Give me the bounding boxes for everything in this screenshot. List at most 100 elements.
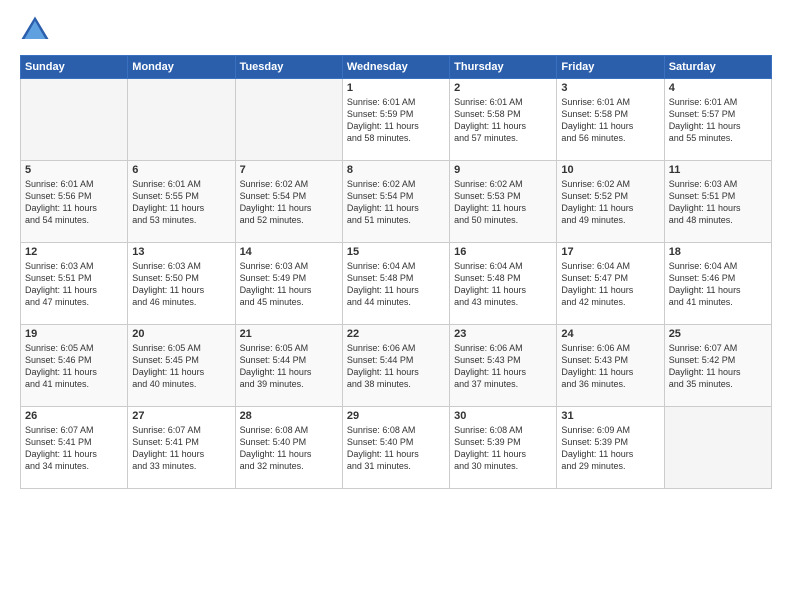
day-number: 12 [25,246,123,258]
calendar-cell: 14 Sunrise: 6:03 AM Sunset: 5:49 PM Dayli… [235,243,342,325]
calendar-week-1: 1 Sunrise: 6:01 AM Sunset: 5:59 PM Daylig… [21,79,772,161]
header [20,15,772,45]
calendar-cell: 31Sunrise: 6:09 AM Sunset: 5:39 PM Dayli… [557,407,664,489]
calendar-cell: 15 Sunrise: 6:04 AM Sunset: 5:48 PM Dayli… [342,243,449,325]
day-number: 17 [561,246,659,258]
weekday-header-wednesday: Wednesday [342,56,449,79]
day-number: 13 [132,246,230,258]
day-number: 23 [454,328,552,340]
day-info: Sunrise: 6:05 AM Sunset: 5:46 PM Dayligh… [25,342,123,391]
day-info: Sunrise: 6:07 AM Sunset: 5:42 PM Dayligh… [669,342,767,391]
day-number: 4 [669,82,767,94]
day-info: Sunrise: 6:04 AM Sunset: 5:46 PM Dayligh… [669,260,767,309]
day-number: 8 [347,164,445,176]
weekday-header-saturday: Saturday [664,56,771,79]
calendar-cell: 13 Sunrise: 6:03 AM Sunset: 5:50 PM Dayli… [128,243,235,325]
calendar-cell [128,79,235,161]
calendar-cell: 10Sunrise: 6:02 AM Sunset: 5:52 PM Dayli… [557,161,664,243]
day-number: 14 [240,246,338,258]
day-number: 2 [454,82,552,94]
day-info: Sunrise: 6:08 AM Sunset: 5:40 PM Dayligh… [347,424,445,473]
calendar-cell: 27Sunrise: 6:07 AM Sunset: 5:41 PM Dayli… [128,407,235,489]
day-number: 7 [240,164,338,176]
calendar-week-2: 5 Sunrise: 6:01 AM Sunset: 5:56 PM Daylig… [21,161,772,243]
calendar-cell: 2 Sunrise: 6:01 AM Sunset: 5:58 PM Daylig… [450,79,557,161]
day-info: Sunrise: 6:01 AM Sunset: 5:58 PM Dayligh… [561,96,659,145]
day-number: 26 [25,410,123,422]
day-info: Sunrise: 6:05 AM Sunset: 5:45 PM Dayligh… [132,342,230,391]
day-info: Sunrise: 6:03 AM Sunset: 5:49 PM Dayligh… [240,260,338,309]
day-info: Sunrise: 6:08 AM Sunset: 5:40 PM Dayligh… [240,424,338,473]
day-info: Sunrise: 6:04 AM Sunset: 5:48 PM Dayligh… [454,260,552,309]
day-info: Sunrise: 6:04 AM Sunset: 5:47 PM Dayligh… [561,260,659,309]
logo-icon [20,15,50,45]
day-info: Sunrise: 6:02 AM Sunset: 5:54 PM Dayligh… [240,178,338,227]
day-info: Sunrise: 6:05 AM Sunset: 5:44 PM Dayligh… [240,342,338,391]
day-info: Sunrise: 6:07 AM Sunset: 5:41 PM Dayligh… [132,424,230,473]
day-info: Sunrise: 6:06 AM Sunset: 5:44 PM Dayligh… [347,342,445,391]
day-number: 16 [454,246,552,258]
calendar-cell [664,407,771,489]
day-number: 5 [25,164,123,176]
calendar-cell: 4 Sunrise: 6:01 AM Sunset: 5:57 PM Daylig… [664,79,771,161]
day-info: Sunrise: 6:02 AM Sunset: 5:53 PM Dayligh… [454,178,552,227]
calendar-cell: 8 Sunrise: 6:02 AM Sunset: 5:54 PM Daylig… [342,161,449,243]
day-info: Sunrise: 6:03 AM Sunset: 5:51 PM Dayligh… [669,178,767,227]
page: SundayMondayTuesdayWednesdayThursdayFrid… [0,0,792,612]
calendar-cell: 18 Sunrise: 6:04 AM Sunset: 5:46 PM Dayli… [664,243,771,325]
calendar-week-5: 26 Sunrise: 6:07 AM Sunset: 5:41 PM Dayli… [21,407,772,489]
calendar-cell: 1 Sunrise: 6:01 AM Sunset: 5:59 PM Daylig… [342,79,449,161]
weekday-header-tuesday: Tuesday [235,56,342,79]
day-number: 22 [347,328,445,340]
weekday-header-monday: Monday [128,56,235,79]
day-info: Sunrise: 6:03 AM Sunset: 5:50 PM Dayligh… [132,260,230,309]
day-info: Sunrise: 6:08 AM Sunset: 5:39 PM Dayligh… [454,424,552,473]
day-number: 29 [347,410,445,422]
day-info: Sunrise: 6:01 AM Sunset: 5:56 PM Dayligh… [25,178,123,227]
day-info: Sunrise: 6:02 AM Sunset: 5:54 PM Dayligh… [347,178,445,227]
calendar-cell: 30 Sunrise: 6:08 AM Sunset: 5:39 PM Dayli… [450,407,557,489]
calendar-cell: 29 Sunrise: 6:08 AM Sunset: 5:40 PM Dayli… [342,407,449,489]
day-info: Sunrise: 6:01 AM Sunset: 5:57 PM Dayligh… [669,96,767,145]
day-number: 25 [669,328,767,340]
day-number: 20 [132,328,230,340]
day-number: 11 [669,164,767,176]
day-number: 31 [561,410,659,422]
calendar-cell: 26 Sunrise: 6:07 AM Sunset: 5:41 PM Dayli… [21,407,128,489]
calendar-cell: 23 Sunrise: 6:06 AM Sunset: 5:43 PM Dayli… [450,325,557,407]
day-number: 1 [347,82,445,94]
day-info: Sunrise: 6:01 AM Sunset: 5:55 PM Dayligh… [132,178,230,227]
day-info: Sunrise: 6:07 AM Sunset: 5:41 PM Dayligh… [25,424,123,473]
day-number: 3 [561,82,659,94]
day-info: Sunrise: 6:01 AM Sunset: 5:58 PM Dayligh… [454,96,552,145]
day-info: Sunrise: 6:02 AM Sunset: 5:52 PM Dayligh… [561,178,659,227]
calendar-week-3: 12Sunrise: 6:03 AM Sunset: 5:51 PM Dayli… [21,243,772,325]
day-info: Sunrise: 6:04 AM Sunset: 5:48 PM Dayligh… [347,260,445,309]
day-info: Sunrise: 6:06 AM Sunset: 5:43 PM Dayligh… [561,342,659,391]
calendar-cell: 5 Sunrise: 6:01 AM Sunset: 5:56 PM Daylig… [21,161,128,243]
calendar-cell: 25 Sunrise: 6:07 AM Sunset: 5:42 PM Dayli… [664,325,771,407]
calendar-cell: 22 Sunrise: 6:06 AM Sunset: 5:44 PM Dayli… [342,325,449,407]
calendar-week-4: 19 Sunrise: 6:05 AM Sunset: 5:46 PM Dayli… [21,325,772,407]
day-number: 18 [669,246,767,258]
calendar-cell: 21Sunrise: 6:05 AM Sunset: 5:44 PM Dayli… [235,325,342,407]
calendar-cell: 19 Sunrise: 6:05 AM Sunset: 5:46 PM Dayli… [21,325,128,407]
calendar-cell: 12Sunrise: 6:03 AM Sunset: 5:51 PM Dayli… [21,243,128,325]
day-number: 19 [25,328,123,340]
calendar-table: SundayMondayTuesdayWednesdayThursdayFrid… [20,55,772,489]
day-number: 9 [454,164,552,176]
day-number: 30 [454,410,552,422]
calendar-cell [21,79,128,161]
day-number: 28 [240,410,338,422]
day-info: Sunrise: 6:06 AM Sunset: 5:43 PM Dayligh… [454,342,552,391]
logo [20,15,54,45]
calendar-cell: 17 Sunrise: 6:04 AM Sunset: 5:47 PM Dayli… [557,243,664,325]
calendar-cell: 11 Sunrise: 6:03 AM Sunset: 5:51 PM Dayli… [664,161,771,243]
weekday-header-thursday: Thursday [450,56,557,79]
day-number: 24 [561,328,659,340]
calendar-cell: 7 Sunrise: 6:02 AM Sunset: 5:54 PM Daylig… [235,161,342,243]
day-info: Sunrise: 6:01 AM Sunset: 5:59 PM Dayligh… [347,96,445,145]
calendar-cell [235,79,342,161]
day-number: 6 [132,164,230,176]
day-number: 15 [347,246,445,258]
